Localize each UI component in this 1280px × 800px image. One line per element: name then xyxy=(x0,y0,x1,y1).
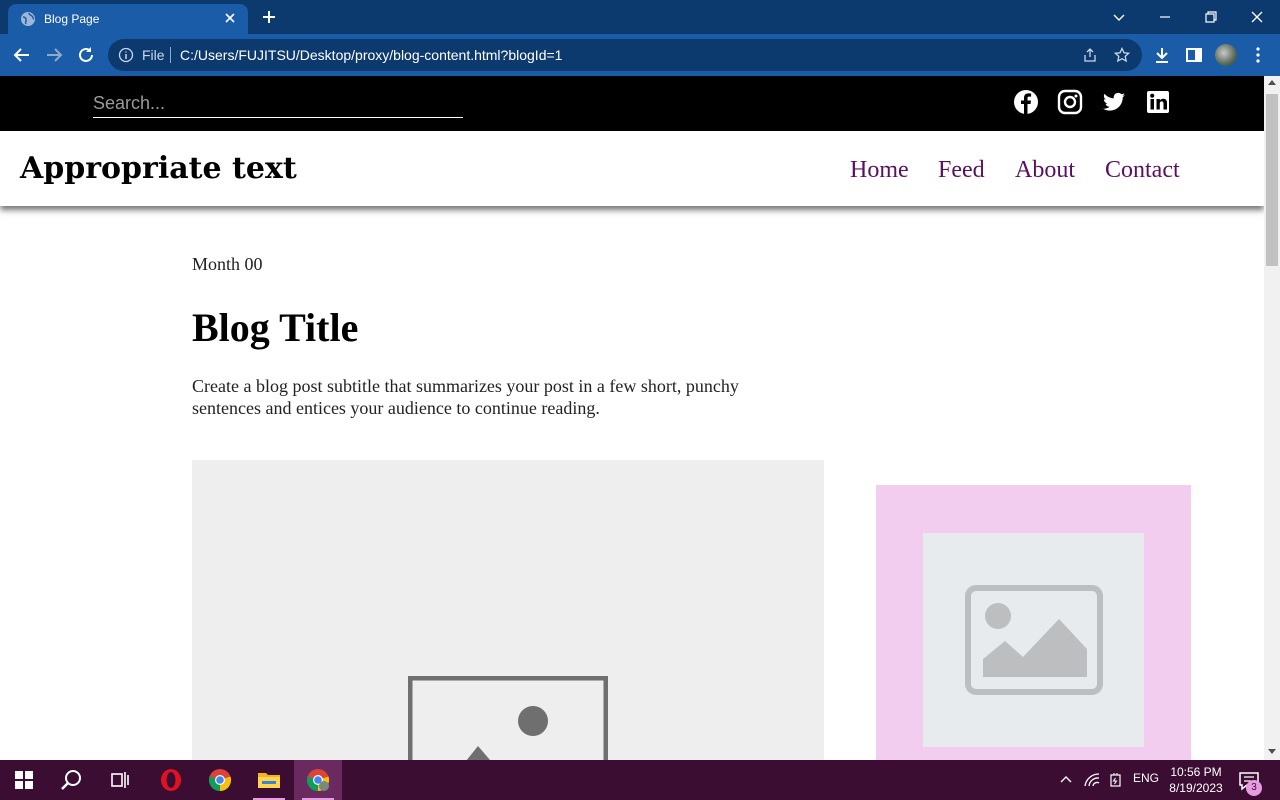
sidebar-card xyxy=(876,485,1191,760)
chevron-up-icon[interactable] xyxy=(1058,772,1074,788)
forward-icon[interactable] xyxy=(44,45,64,65)
info-icon[interactable] xyxy=(118,47,134,63)
search-input[interactable] xyxy=(93,90,461,116)
taskbar-clock[interactable]: 10:56 PM 8/19/2023 xyxy=(1166,764,1226,796)
new-tab-icon[interactable] xyxy=(260,8,278,26)
wifi-icon[interactable] xyxy=(1083,772,1101,788)
bookmark-star-icon[interactable] xyxy=(1114,47,1130,63)
windows-logo-icon xyxy=(15,771,33,789)
scroll-down-arrow-icon[interactable] xyxy=(1268,749,1276,754)
close-window-icon[interactable] xyxy=(1248,8,1266,26)
tab-search-chevron-icon[interactable] xyxy=(1110,8,1128,26)
site-topbar xyxy=(0,76,1264,131)
taskbar-file-explorer[interactable] xyxy=(245,760,293,800)
taskbar-search-button[interactable] xyxy=(48,760,96,800)
close-tab-icon[interactable] xyxy=(222,10,238,26)
opera-icon xyxy=(161,769,181,791)
twitter-icon[interactable] xyxy=(1101,89,1127,115)
reload-icon[interactable] xyxy=(76,45,96,65)
search-icon xyxy=(61,770,81,790)
task-view-button[interactable] xyxy=(96,760,144,800)
clock-time: 10:56 PM xyxy=(1170,765,1222,779)
browser-tab[interactable]: Blog Page xyxy=(8,4,248,34)
battery-plug-icon[interactable] xyxy=(1108,772,1124,788)
browser-toolbar: File C:/Users/FUJITSU/Desktop/proxy/blog… xyxy=(0,34,1280,76)
post-title: Blog Title xyxy=(192,305,359,350)
scroll-up-arrow-icon[interactable] xyxy=(1268,80,1276,85)
nav-link-feed[interactable]: Feed xyxy=(938,157,985,184)
task-view-icon xyxy=(111,772,129,788)
globe-icon xyxy=(21,12,35,26)
start-button[interactable] xyxy=(0,760,48,800)
url-text[interactable]: C:/Users/FUJITSU/Desktop/proxy/blog-cont… xyxy=(180,47,562,63)
site-header: Appropriate text Home Feed About Contact xyxy=(0,131,1264,206)
post-main-image xyxy=(192,460,824,760)
taskbar-opera[interactable] xyxy=(147,760,195,800)
back-icon[interactable] xyxy=(12,45,32,65)
folder-icon xyxy=(258,773,280,788)
clock-date: 8/19/2023 xyxy=(1169,781,1223,795)
chrome-icon xyxy=(208,769,232,792)
sidebar-image xyxy=(923,533,1144,747)
tab-title: Blog Page xyxy=(44,12,100,26)
notification-count-badge: 3 xyxy=(1246,780,1262,796)
facebook-icon[interactable] xyxy=(1013,89,1039,115)
restore-icon[interactable] xyxy=(1202,8,1220,26)
image-placeholder-icon xyxy=(965,585,1103,695)
url-scheme-label: File xyxy=(142,47,165,63)
nav-link-about[interactable]: About xyxy=(1015,157,1075,184)
address-divider xyxy=(170,47,171,63)
taskbar-chrome[interactable] xyxy=(196,760,244,800)
image-placeholder-icon xyxy=(408,676,608,760)
minimize-icon[interactable] xyxy=(1156,8,1174,26)
search-field[interactable] xyxy=(93,90,463,118)
profile-avatar[interactable] xyxy=(1215,44,1237,66)
instagram-icon[interactable] xyxy=(1057,89,1083,115)
page-scrollbar[interactable] xyxy=(1264,76,1280,760)
more-menu-icon[interactable] xyxy=(1248,45,1268,65)
windows-taskbar: ENG 10:56 PM 8/19/2023 xyxy=(0,760,1280,800)
nav-link-contact[interactable]: Contact xyxy=(1105,157,1180,184)
post-subtitle: Create a blog post subtitle that summari… xyxy=(192,376,739,418)
nav-link-home[interactable]: Home xyxy=(850,157,909,184)
page-viewport: Appropriate text Home Feed About Contact… xyxy=(0,76,1264,760)
language-indicator[interactable]: ENG xyxy=(1133,771,1159,785)
post-date: Month 00 xyxy=(192,254,263,274)
scrollbar-thumb[interactable] xyxy=(1266,94,1278,266)
chrome-profile-icon xyxy=(306,769,330,792)
side-panel-icon[interactable] xyxy=(1184,45,1204,65)
share-icon[interactable] xyxy=(1082,47,1098,63)
taskbar-chrome-active[interactable] xyxy=(294,760,342,800)
linkedin-icon[interactable] xyxy=(1145,89,1171,115)
download-icon[interactable] xyxy=(1152,45,1172,65)
address-bar[interactable]: File C:/Users/FUJITSU/Desktop/proxy/blog… xyxy=(108,39,1142,71)
site-title[interactable]: Appropriate text xyxy=(20,151,297,186)
browser-tab-strip: Blog Page xyxy=(0,0,1280,34)
